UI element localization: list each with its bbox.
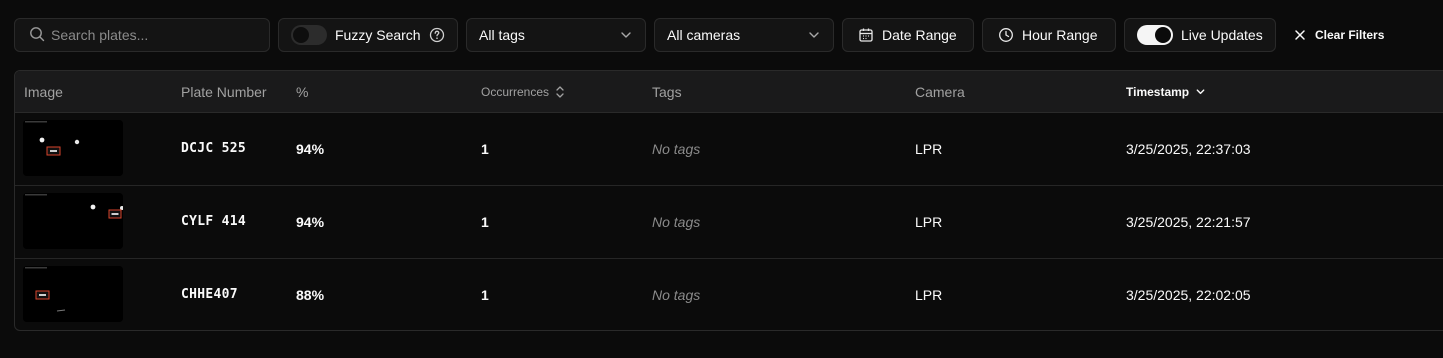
search-icon [29, 26, 45, 45]
fuzzy-search-switch[interactable] [291, 25, 327, 45]
cameras-select[interactable]: All cameras [654, 18, 834, 52]
search-box[interactable] [14, 18, 270, 52]
hour-range-label: Hour Range [1022, 27, 1098, 43]
timestamp-value: 3/25/2025, 22:02:05 [1126, 286, 1251, 303]
confidence-value: 94% [296, 140, 325, 157]
table-row[interactable]: DCJC 525 94% 1 No tags LPR 3/25/2025, 22… [15, 112, 1443, 186]
plate-capture-thumbnail[interactable] [23, 193, 123, 249]
column-header-occurrences[interactable]: Occurrences [481, 71, 565, 112]
chevron-down-icon [807, 28, 821, 42]
search-input[interactable] [51, 27, 251, 43]
chevron-down-icon[interactable] [1195, 86, 1206, 97]
column-header-plate-number: Plate Number [181, 83, 267, 100]
column-header-image: Image [24, 83, 63, 100]
confidence-value: 88% [296, 286, 325, 303]
filter-toolbar: Fuzzy Search All tags All cameras Date R… [0, 0, 1443, 72]
camera-value: LPR [915, 140, 943, 157]
occurrences-value: 1 [481, 286, 489, 303]
tags-select-value: All tags [479, 27, 525, 43]
clear-filters-label: Clear Filters [1315, 28, 1385, 42]
confidence-value: 94% [296, 213, 325, 230]
help-circle-icon[interactable] [429, 27, 445, 43]
date-range-label: Date Range [882, 27, 957, 43]
fuzzy-search-toggle[interactable]: Fuzzy Search [278, 18, 458, 52]
live-updates-label: Live Updates [1181, 27, 1263, 43]
column-header-timestamp[interactable]: Timestamp [1126, 71, 1206, 112]
hour-range-button[interactable]: Hour Range [982, 18, 1116, 52]
plate-capture-thumbnail[interactable] [23, 266, 123, 322]
column-header-tags: Tags [652, 83, 682, 100]
table-row[interactable]: CHHE407 88% 1 No tags LPR 3/25/2025, 22:… [15, 258, 1443, 330]
cameras-select-value: All cameras [667, 27, 741, 43]
plate-number[interactable]: DCJC 525 [181, 112, 246, 185]
tags-value: No tags [652, 213, 701, 230]
camera-value: LPR [915, 213, 943, 230]
occurrences-value: 1 [481, 213, 489, 230]
occurrences-value: 1 [481, 140, 489, 157]
plate-number[interactable]: CHHE407 [181, 258, 238, 330]
plate-number[interactable]: CYLF 414 [181, 185, 246, 258]
column-header-occurrences-label: Occurrences [481, 84, 550, 99]
column-header-camera: Camera [915, 83, 965, 100]
close-icon [1294, 29, 1306, 41]
fuzzy-search-label: Fuzzy Search [335, 27, 421, 43]
calendar-icon [858, 27, 874, 43]
tags-value: No tags [652, 140, 701, 157]
sort-updown-icon[interactable] [555, 85, 565, 99]
table-header: Image Plate Number % Occurrences Tags Ca… [15, 71, 1443, 113]
camera-value: LPR [915, 286, 943, 303]
column-header-timestamp-label: Timestamp [1126, 84, 1190, 99]
table-row[interactable]: CYLF 414 94% 1 No tags LPR 3/25/2025, 22… [15, 185, 1443, 259]
tags-value: No tags [652, 286, 701, 303]
tags-select[interactable]: All tags [466, 18, 646, 52]
clock-icon [998, 27, 1014, 43]
timestamp-value: 3/25/2025, 22:37:03 [1126, 140, 1251, 157]
column-header-confidence: % [296, 83, 309, 100]
timestamp-value: 3/25/2025, 22:21:57 [1126, 213, 1251, 230]
live-updates-switch[interactable] [1137, 25, 1173, 45]
plates-table: Image Plate Number % Occurrences Tags Ca… [14, 70, 1443, 331]
chevron-down-icon [619, 28, 633, 42]
date-range-button[interactable]: Date Range [842, 18, 974, 52]
plate-capture-thumbnail[interactable] [23, 120, 123, 176]
clear-filters-button[interactable]: Clear Filters [1294, 18, 1384, 52]
live-updates-toggle[interactable]: Live Updates [1124, 18, 1276, 52]
